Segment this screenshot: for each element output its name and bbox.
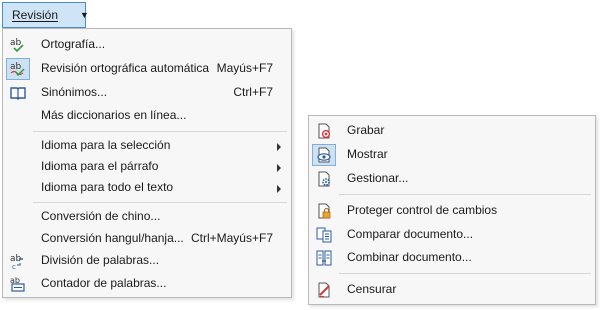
svg-text:ab: ab (10, 38, 22, 48)
track-changes-submenu: Grabar Mostrar Gestionar... Proteger con… (308, 115, 596, 305)
menu-separator (339, 194, 591, 195)
menu-item-hangul-hanja[interactable]: Conversión hangul/hanja... Ctrl+Mayús+F7 (3, 228, 291, 250)
merge-document-icon (315, 249, 333, 267)
review-menu-label: Revisión (12, 8, 59, 22)
dropdown-arrow-icon: ▼ (80, 10, 89, 20)
menu-item-hyphenation[interactable]: ab c División de palabras... (3, 250, 291, 272)
svg-text:c: c (12, 263, 16, 270)
menu-item-language-all-text[interactable]: Idioma para todo el texto (3, 177, 291, 199)
compare-document-icon (315, 226, 333, 244)
word-count-icon: ab (9, 275, 27, 293)
spellcheck-icon: ab (9, 36, 27, 54)
menu-item-record[interactable]: Grabar (309, 120, 595, 142)
redact-icon (315, 281, 333, 299)
manage-changes-icon (315, 170, 333, 188)
show-changes-icon (315, 146, 333, 164)
menu-separator (33, 202, 287, 203)
menu-item-merge[interactable]: Combinar documento... (309, 247, 595, 269)
menu-separator (33, 131, 287, 132)
submenu-arrow-icon (277, 143, 281, 151)
review-dropdown-menu: ab Ortografía... ab Revisión ortográfica… (2, 28, 292, 298)
protect-changes-icon (315, 202, 333, 220)
menu-item-thesaurus[interactable]: Sinónimos... Ctrl+F7 (3, 82, 291, 104)
menu-item-word-count[interactable]: ab Contador de palabras... (3, 273, 291, 295)
autospellcheck-icon: ab (9, 60, 27, 78)
menu-item-auto-spellcheck[interactable]: ab Revisión ortográfica automática Mayús… (3, 58, 291, 80)
menu-item-language-paragraph[interactable]: Idioma para el párrafo (3, 156, 291, 178)
menu-item-redact[interactable]: Censurar (309, 279, 595, 301)
svg-text:ab: ab (10, 62, 22, 72)
menu-item-manage[interactable]: Gestionar... (309, 168, 595, 190)
hyphenation-icon: ab c (9, 252, 27, 270)
menu-item-compare[interactable]: Comparar documento... (309, 224, 595, 246)
review-menu-button[interactable]: Revisión ▼ (2, 2, 89, 28)
menu-item-more-dictionaries[interactable]: Más diccionarios en línea... (3, 105, 291, 127)
menu-separator (339, 273, 591, 274)
record-changes-icon (315, 122, 333, 140)
menu-item-protect[interactable]: Proteger control de cambios (309, 200, 595, 222)
menu-item-show[interactable]: Mostrar (309, 144, 595, 166)
thesaurus-icon (9, 84, 27, 102)
submenu-arrow-icon (277, 185, 281, 193)
submenu-arrow-icon (277, 164, 281, 172)
menu-item-chinese-conversion[interactable]: Conversión de chino... (3, 206, 291, 228)
menu-item-spelling[interactable]: ab Ortografía... (3, 34, 291, 56)
menu-item-language-selection[interactable]: Idioma para la selección (3, 135, 291, 157)
